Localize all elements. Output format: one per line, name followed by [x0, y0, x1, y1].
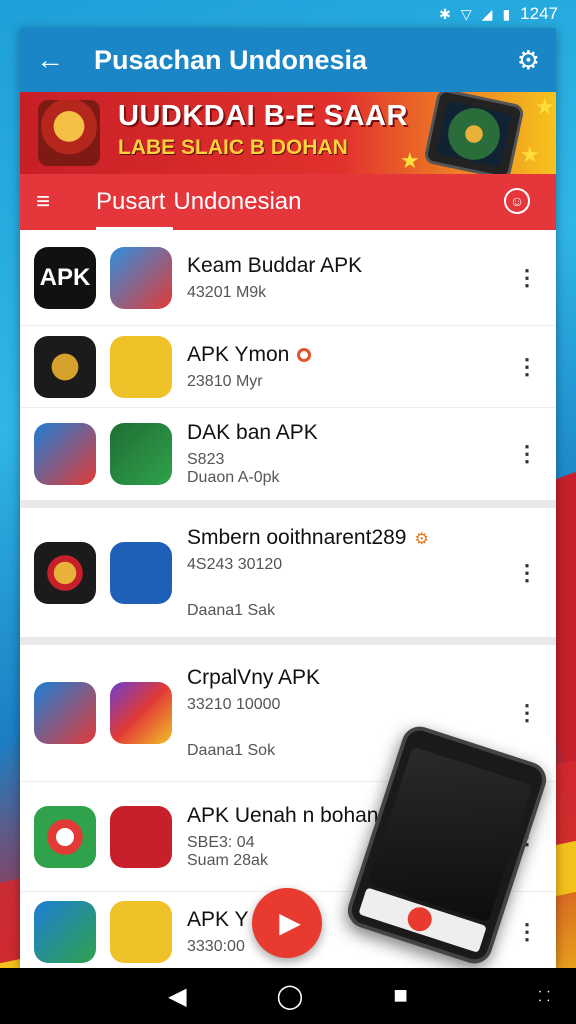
app-developer: Suam 28ak: [187, 851, 268, 869]
emblem-icon: [34, 335, 96, 398]
app-size: 4S243 30120: [187, 555, 283, 573]
status-time: 1247: [520, 4, 558, 23]
play-icon: ▶: [279, 907, 301, 938]
emblem-icon: [34, 541, 96, 604]
nav-extra-icon[interactable]: ⸬: [538, 987, 550, 1006]
account-icon[interactable]: ☺: [504, 188, 530, 214]
star-icon: ★: [520, 142, 540, 167]
gear-icon[interactable]: ⚙: [517, 45, 540, 76]
apk-icon: APK: [34, 246, 96, 309]
app-developer: Duaon A-0pk: [187, 469, 280, 486]
status-bar: ✱ ▽ ◢ ▮ 1247: [0, 0, 576, 28]
star-icon: ★: [400, 148, 420, 173]
list-item[interactable]: APK Ymon 23810 Mуr ⋮: [20, 326, 556, 408]
signal-icon: ◢: [481, 5, 493, 22]
app-developer: Daana1 Sok: [187, 742, 276, 759]
location-app-icon: [34, 805, 96, 868]
search-app-icon: [110, 541, 172, 604]
app-icon: [110, 423, 172, 485]
banner-subheadline: LABE SLAIC B DOHAN: [118, 136, 348, 159]
more-vertical-icon[interactable]: ⋮: [516, 265, 538, 291]
nav-back-icon[interactable]: ◀: [168, 982, 186, 1011]
tab-pusart[interactable]: Pusart: [76, 174, 174, 230]
app-developer: Daana1 Sak: [187, 601, 276, 619]
app-size: 33210 10000: [187, 696, 281, 713]
more-vertical-icon[interactable]: ⋮: [516, 700, 538, 726]
app-bar: ← Pusachan Undonesia ⚙: [20, 28, 556, 92]
gear-app-icon: [110, 335, 172, 398]
nav-recents-icon[interactable]: ■: [393, 982, 408, 1010]
system-nav-bar: ◀ ◯ ■ ⸬: [0, 968, 576, 1024]
app-icon: [110, 682, 172, 744]
app-icon: [110, 900, 172, 963]
list-item[interactable]: Smbern ooithnarent289 ⚙ 4S243 30120 Daana…: [20, 508, 556, 645]
banner-headline: UUDKDAI B-E SAAR: [118, 100, 408, 132]
app-name: DAK ban APK: [187, 421, 318, 444]
more-vertical-icon[interactable]: ⋮: [516, 919, 538, 945]
app-size: SBE3: 04: [187, 833, 255, 851]
more-vertical-icon[interactable]: ⋮: [516, 441, 538, 467]
nav-home-icon[interactable]: ◯: [277, 982, 304, 1011]
app-name: CrpalVny APK: [187, 666, 321, 689]
app-icon: [34, 900, 96, 963]
app-size: 3330:00: [187, 937, 245, 955]
app-icon: [110, 805, 172, 868]
more-vertical-icon[interactable]: ⋮: [516, 354, 538, 380]
more-vertical-icon[interactable]: ⋮: [516, 560, 538, 586]
back-arrow-icon[interactable]: ←: [36, 44, 76, 76]
page-title: Pusachan Undonesia: [94, 44, 368, 75]
emblem-logo: [38, 100, 100, 166]
wifi-icon: ▽: [460, 5, 472, 22]
app-size: S823: [187, 451, 225, 468]
app-size: 43201 M9k: [187, 283, 267, 301]
app-name: Keam Buddar APK: [187, 253, 363, 277]
app-name: Smbern ooithnarent289: [187, 525, 407, 549]
hamburger-menu-icon[interactable]: ≡: [36, 188, 76, 216]
list-item[interactable]: APK Keam Buddar APK 43201 M9k ⋮: [20, 230, 556, 326]
battery-icon: ▮: [502, 5, 511, 22]
list-item[interactable]: DAK ban APK S823 Duaon A-0pk ⋮: [20, 408, 556, 508]
promo-banner[interactable]: UUDKDAI B-E SAAR LABE SLAIC B DOHAN ★ ★ …: [20, 92, 556, 174]
play-button[interactable]: ▶: [252, 888, 322, 958]
app-icon: [34, 682, 96, 744]
tab-bar: ≡ Pusart Undonesian ☺: [20, 174, 556, 230]
tab-undonesian[interactable]: Undonesian: [173, 188, 301, 216]
gear-badge-icon: ⚙: [414, 530, 429, 548]
app-size: 23810 Mуr: [187, 372, 263, 390]
circle-badge-icon: [297, 347, 312, 362]
app-icon: [34, 423, 96, 485]
bluetooth-icon: ✱: [439, 5, 451, 22]
phone-illustration: [423, 92, 525, 174]
app-name: APK Uenah n bohan: [187, 803, 379, 827]
app-icon: [110, 246, 172, 309]
app-name: APK Y: [187, 907, 249, 931]
app-name: APK Ymon: [187, 342, 290, 366]
star-icon: ★: [535, 94, 555, 119]
